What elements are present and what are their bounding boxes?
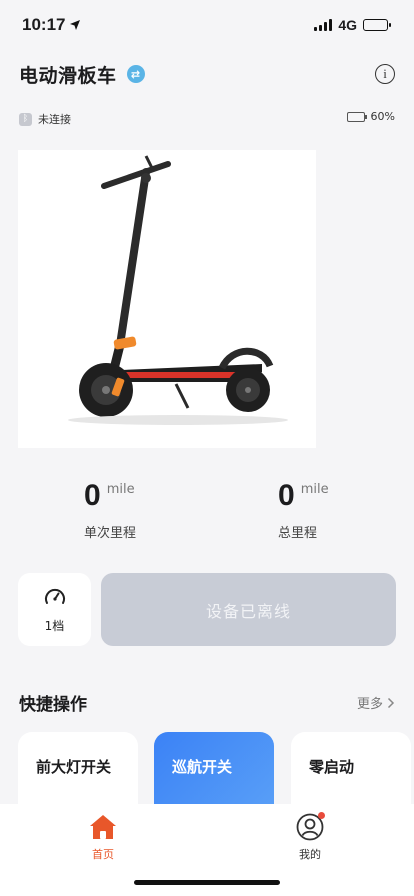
info-icon[interactable]: i [375, 64, 395, 84]
connection-row: ᛒ 未连接 60% [19, 110, 395, 128]
quick-action-label: 巡航开关 [172, 758, 233, 776]
gear-label: 1档 [44, 619, 65, 633]
total-mileage-value: 0 [278, 479, 295, 512]
trip-mileage-unit: mile [106, 482, 135, 497]
quick-action-label: 零启动 [309, 758, 355, 776]
total-mileage-label: 总里程 [278, 526, 318, 541]
quick-action-cruise[interactable]: 巡航开关 [154, 732, 274, 812]
speedometer-icon [44, 588, 65, 604]
device-offline-button[interactable]: 设备已离线 [101, 573, 396, 646]
more-link[interactable]: 更多 [357, 693, 395, 712]
quick-action-zero-start[interactable]: 零启动 [291, 732, 411, 812]
tab-profile-label: 我的 [299, 848, 321, 861]
gear-button[interactable]: 1档 [18, 573, 91, 646]
battery-percent: 60% [370, 110, 395, 123]
mileage-stats: 0 mile 单次里程 0 mile 总里程 [0, 474, 414, 544]
status-bar: 10:17 4G [0, 0, 414, 50]
home-indicator [134, 880, 280, 885]
status-indicators: 4G [314, 17, 391, 33]
tab-home[interactable]: 首页 [63, 812, 143, 862]
page-title: 电动滑板车 [19, 64, 117, 87]
network-type: 4G [338, 17, 357, 33]
location-arrow-icon [70, 20, 81, 30]
notification-dot [318, 812, 325, 819]
header: 电动滑板车 ⇄ i [19, 58, 395, 90]
total-mileage: 0 mile 总里程 [278, 474, 414, 541]
quick-actions-header: 快捷操作 更多 [19, 690, 395, 715]
tab-profile[interactable]: 我的 [270, 812, 350, 862]
clock: 10:17 [22, 15, 66, 34]
quick-action-label: 前大灯开关 [36, 758, 112, 776]
connection-status: 未连接 [38, 113, 71, 126]
bluetooth-icon: ᛒ [19, 112, 32, 126]
trip-mileage-value: 0 [84, 479, 101, 512]
chevron-right-icon [387, 697, 395, 708]
status-time: 10:17 [22, 15, 81, 35]
home-icon [90, 815, 116, 839]
battery-status: 60% [346, 110, 395, 123]
battery-icon [363, 19, 391, 31]
more-label: 更多 [356, 697, 383, 712]
switch-device-icon[interactable]: ⇄ [126, 65, 145, 83]
quick-action-headlight[interactable]: 前大灯开关 [18, 732, 138, 812]
quick-actions-title: 快捷操作 [19, 695, 87, 715]
scooter-image [18, 150, 316, 448]
trip-mileage: 0 mile 单次里程 [84, 474, 224, 541]
total-mileage-unit: mile [300, 482, 329, 497]
battery-level-icon [346, 111, 367, 122]
quick-actions-row: 前大灯开关 巡航开关 零启动 [18, 732, 414, 812]
tab-home-label: 首页 [92, 848, 114, 861]
profile-icon [295, 812, 325, 842]
signal-icon [314, 19, 333, 31]
scooter-illustration [68, 155, 288, 425]
trip-mileage-label: 单次里程 [84, 526, 137, 541]
